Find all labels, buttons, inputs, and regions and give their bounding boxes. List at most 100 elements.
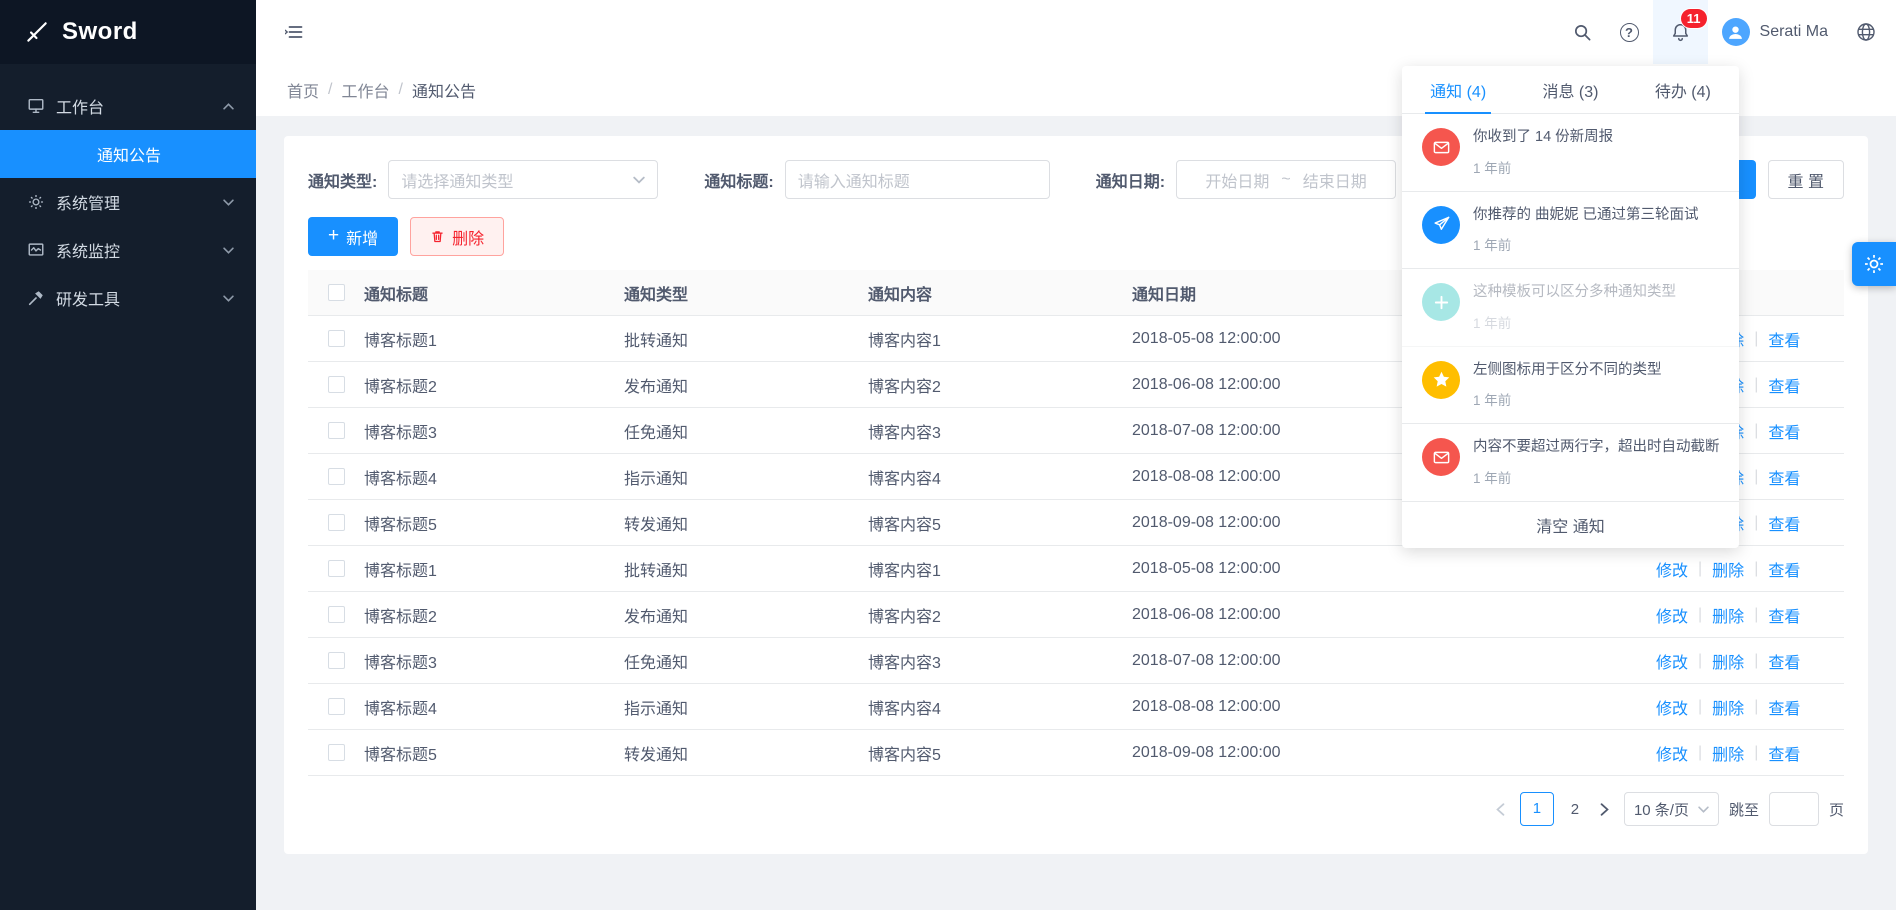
notice-title-input[interactable]: 请输入通知标题	[785, 160, 1050, 199]
filter-type-group: 通知类型: 请选择通知类型	[308, 160, 658, 199]
row-checkbox[interactable]	[328, 468, 345, 485]
clear-notifications-button[interactable]: 清空 通知	[1402, 502, 1739, 548]
jump-page-input[interactable]	[1769, 792, 1819, 826]
notification-item[interactable]: 你收到了 14 份新周报 1 年前	[1402, 114, 1739, 192]
action-delete[interactable]: 删除	[1712, 741, 1744, 765]
action-edit[interactable]: 修改	[1656, 695, 1688, 719]
add-button[interactable]: + 新增	[308, 217, 398, 256]
search-button[interactable]	[1559, 0, 1606, 64]
pagination: 1 2 10 条/页 跳至 页	[308, 792, 1844, 826]
date-range-picker[interactable]: 开始日期 ~ 结束日期	[1176, 160, 1396, 199]
row-checkbox[interactable]	[328, 422, 345, 439]
sidebar: Sword 工作台 通知公告	[0, 0, 256, 910]
sidebar-item-system-management[interactable]: 系统管理	[0, 178, 256, 226]
action-delete[interactable]: 删除	[1712, 649, 1744, 673]
sidebar-item-system-monitoring[interactable]: 系统监控	[0, 226, 256, 274]
action-delete[interactable]: 删除	[1712, 557, 1744, 581]
sidebar-item-dev-tools[interactable]: 研发工具	[0, 274, 256, 322]
prev-page-button[interactable]	[1492, 803, 1510, 816]
action-view[interactable]: 查看	[1768, 327, 1800, 351]
notification-item[interactable]: 你推荐的 曲妮妮 已通过第三轮面试 1 年前	[1402, 192, 1739, 270]
row-checkbox[interactable]	[328, 330, 345, 347]
notification-item[interactable]: 内容不要超过两行字，超出时自动截断 1 年前	[1402, 424, 1739, 502]
action-delete[interactable]: 删除	[1712, 695, 1744, 719]
action-view[interactable]: 查看	[1768, 465, 1800, 489]
action-edit[interactable]: 修改	[1656, 603, 1688, 627]
notification-title: 这种模板可以区分多种通知类型	[1473, 283, 1676, 303]
hammer-icon	[27, 289, 45, 307]
cell-title: 博客标题1	[364, 327, 624, 351]
cell-type: 指示通知	[624, 465, 868, 489]
breadcrumb-current: 通知公告	[412, 78, 476, 102]
action-view[interactable]: 查看	[1768, 603, 1800, 627]
cell-title: 博客标题4	[364, 465, 624, 489]
cell-date: 2018-06-08 12:00:00	[1132, 606, 1640, 624]
reset-button[interactable]: 重 置	[1768, 160, 1844, 199]
page-size-select[interactable]: 10 条/页	[1624, 792, 1719, 826]
notifications-button[interactable]: 11	[1653, 0, 1708, 64]
cell-content: 博客内容2	[868, 373, 1132, 397]
notification-title: 左侧图标用于区分不同的类型	[1473, 361, 1662, 381]
action-edit[interactable]: 修改	[1656, 741, 1688, 765]
row-checkbox[interactable]	[328, 652, 345, 669]
row-checkbox[interactable]	[328, 376, 345, 393]
action-view[interactable]: 查看	[1768, 373, 1800, 397]
breadcrumb-workbench[interactable]: 工作台	[341, 78, 389, 102]
help-button[interactable]: ?	[1606, 0, 1653, 64]
notification-title: 你收到了 14 份新周报	[1473, 128, 1613, 148]
sidebar-item-workbench[interactable]: 工作台	[0, 82, 256, 130]
collapse-sidebar-button[interactable]	[274, 11, 316, 53]
row-checkbox[interactable]	[328, 514, 345, 531]
avatar	[1722, 18, 1750, 46]
action-separator: |	[1754, 744, 1758, 762]
user-menu[interactable]: Serati Ma	[1708, 0, 1842, 64]
action-separator: |	[1754, 514, 1758, 532]
page-1-button[interactable]: 1	[1520, 792, 1554, 826]
action-separator: |	[1754, 468, 1758, 486]
action-separator: |	[1754, 330, 1758, 348]
action-view[interactable]: 查看	[1768, 649, 1800, 673]
chevron-down-icon	[633, 176, 645, 184]
breadcrumb-home[interactable]: 首页	[287, 78, 319, 102]
tab-todos[interactable]: 待办 (4)	[1627, 66, 1739, 113]
tab-notifications[interactable]: 通知 (4)	[1402, 66, 1514, 113]
add-label: 新增	[346, 225, 378, 249]
page-2-button[interactable]: 2	[1564, 801, 1586, 818]
action-edit[interactable]: 修改	[1656, 649, 1688, 673]
row-checkbox[interactable]	[328, 698, 345, 715]
action-delete[interactable]: 删除	[1712, 603, 1744, 627]
action-separator: |	[1754, 652, 1758, 670]
delete-button[interactable]: 删除	[410, 217, 504, 256]
action-separator: |	[1698, 744, 1702, 762]
action-view[interactable]: 查看	[1768, 511, 1800, 535]
next-page-button[interactable]	[1596, 803, 1614, 816]
cell-content: 博客内容1	[868, 327, 1132, 351]
cell-content: 博客内容5	[868, 741, 1132, 765]
action-view[interactable]: 查看	[1768, 557, 1800, 581]
notice-type-select[interactable]: 请选择通知类型	[388, 160, 658, 199]
app-logo[interactable]: Sword	[0, 0, 256, 64]
select-all-checkbox[interactable]	[328, 284, 345, 301]
column-header-type: 通知类型	[624, 281, 868, 305]
action-view[interactable]: 查看	[1768, 419, 1800, 443]
page-unit-label: 页	[1829, 799, 1844, 820]
settings-gear-button[interactable]	[1852, 242, 1896, 286]
page-size-value: 10 条/页	[1634, 799, 1689, 820]
action-view[interactable]: 查看	[1768, 741, 1800, 765]
reset-label: 重 置	[1788, 168, 1824, 192]
action-view[interactable]: 查看	[1768, 695, 1800, 719]
notification-item[interactable]: 左侧图标用于区分不同的类型 1 年前	[1402, 347, 1739, 425]
row-checkbox[interactable]	[328, 744, 345, 761]
action-edit[interactable]: 修改	[1656, 557, 1688, 581]
row-checkbox[interactable]	[328, 560, 345, 577]
filter-title-label: 通知标题:	[704, 168, 773, 192]
cell-type: 发布通知	[624, 373, 868, 397]
cell-date: 2018-07-08 12:00:00	[1132, 652, 1640, 670]
table-row: 博客标题4 指示通知 博客内容4 2018-08-08 12:00:00 修改 …	[308, 684, 1844, 730]
action-separator: |	[1698, 652, 1702, 670]
sidebar-item-notice[interactable]: 通知公告	[0, 130, 256, 178]
row-checkbox[interactable]	[328, 606, 345, 623]
tab-messages[interactable]: 消息 (3)	[1514, 66, 1626, 113]
notification-item-read[interactable]: 这种模板可以区分多种通知类型 1 年前	[1402, 269, 1739, 347]
language-button[interactable]	[1842, 0, 1890, 64]
